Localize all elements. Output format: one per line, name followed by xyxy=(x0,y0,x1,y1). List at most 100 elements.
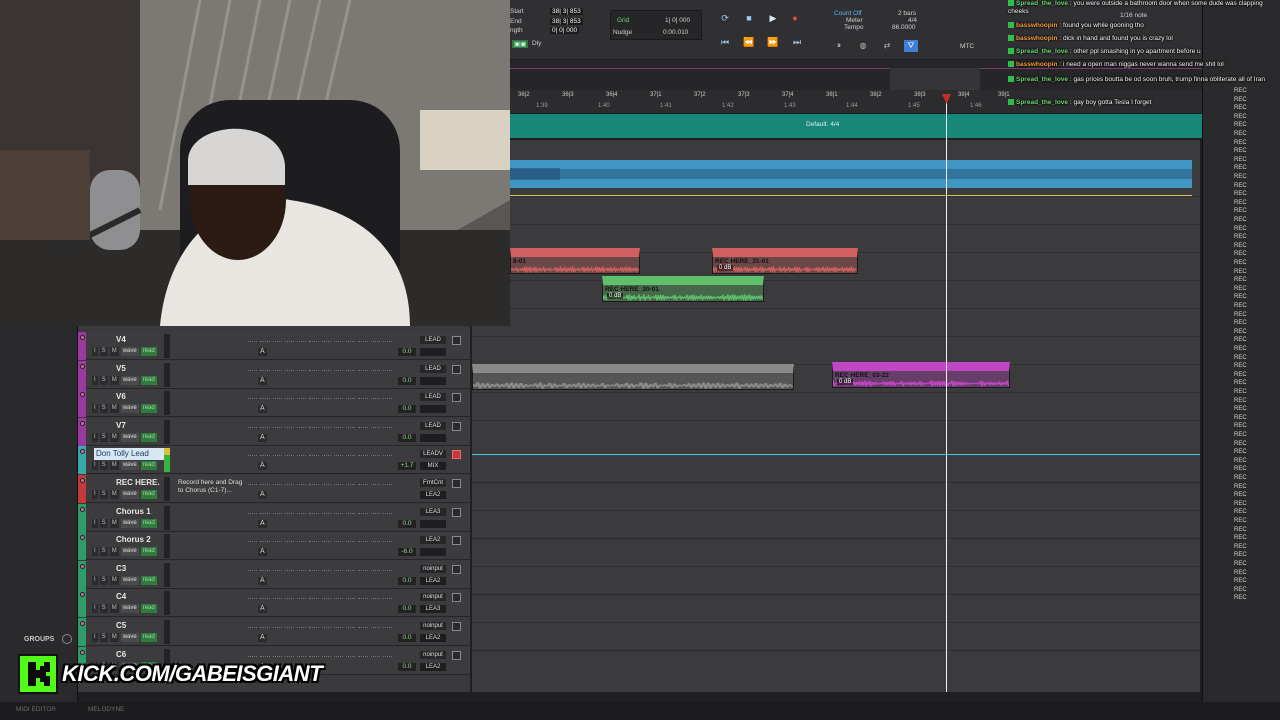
insert-slot[interactable] xyxy=(309,450,319,457)
insert-slot[interactable] xyxy=(382,393,392,400)
insert-slot[interactable] xyxy=(284,336,294,342)
insert-slot[interactable] xyxy=(272,450,282,457)
track-volume[interactable]: 0.0 xyxy=(398,634,416,642)
link-icon[interactable]: ⇄ xyxy=(880,40,894,52)
clip-list-item[interactable]: REC xyxy=(1234,527,1247,533)
pause-icon[interactable]: ⏸ xyxy=(832,40,846,52)
automation-mode-selector[interactable]: read xyxy=(140,375,157,385)
automation-mode-selector[interactable]: read xyxy=(140,461,157,471)
track-row[interactable]: V7 I S Mwave read A 0.0 LEAD xyxy=(78,417,470,446)
rewind-icon[interactable]: ⏪ xyxy=(742,36,756,48)
clip-list-item[interactable]: REC xyxy=(1234,509,1247,515)
track-options-button[interactable] xyxy=(452,593,461,603)
automation-lane-button[interactable]: A xyxy=(258,605,267,614)
clip-list-item[interactable]: REC xyxy=(1234,251,1247,257)
insert-slot[interactable] xyxy=(333,479,343,485)
tempo-value[interactable]: 86.0000 xyxy=(892,24,916,31)
track-output[interactable]: LEA2 xyxy=(420,662,446,671)
chat-username[interactable]: Spread_the_love xyxy=(1016,48,1068,55)
insert-slot[interactable] xyxy=(370,565,380,571)
clip-list-item[interactable]: REC xyxy=(1234,329,1247,335)
track-record-icon[interactable] xyxy=(80,363,85,369)
insert-slot[interactable] xyxy=(248,450,258,457)
clip-list-item[interactable]: REC xyxy=(1234,561,1247,567)
audio-clip[interactable]: REC HERE_30-01 0 dB xyxy=(602,276,764,302)
clip-list-item[interactable]: REC xyxy=(1234,226,1247,232)
insert-slot[interactable] xyxy=(333,622,343,628)
input-monitor-button[interactable]: I xyxy=(92,432,98,442)
insert-slot[interactable] xyxy=(346,622,356,628)
insert-slot[interactable] xyxy=(309,422,319,428)
track-options-button[interactable] xyxy=(452,564,461,574)
clip-list-item[interactable]: REC xyxy=(1234,208,1247,214)
insert-slot[interactable] xyxy=(370,393,380,400)
insert-slot[interactable] xyxy=(382,651,392,657)
insert-slot[interactable] xyxy=(248,593,258,600)
insert-slot[interactable] xyxy=(297,593,307,600)
track-input[interactable]: LEAD xyxy=(420,421,446,430)
track-name[interactable]: REC HERE. xyxy=(94,477,166,489)
track-volume[interactable]: +1.7 xyxy=(398,462,416,471)
insert-slot[interactable] xyxy=(309,565,319,571)
automation-mode-selector[interactable]: read xyxy=(140,575,157,585)
clip-list-item[interactable]: REC xyxy=(1234,449,1247,455)
track-options-button[interactable] xyxy=(452,364,461,374)
track-output[interactable]: LEA3 xyxy=(420,605,446,614)
insert-slot[interactable] xyxy=(358,651,368,657)
track-output[interactable] xyxy=(420,348,446,356)
chat-username[interactable]: Spread_the_love xyxy=(1016,99,1068,106)
track-input[interactable]: LEA2 xyxy=(420,536,446,545)
insert-slot[interactable] xyxy=(248,365,258,371)
insert-slot[interactable] xyxy=(297,365,307,371)
insert-slot[interactable] xyxy=(382,622,392,628)
insert-slot[interactable] xyxy=(297,479,307,485)
insert-slot[interactable] xyxy=(358,422,368,428)
clip-list-item[interactable]: REC xyxy=(1234,552,1247,558)
insert-slot[interactable] xyxy=(272,593,282,600)
input-monitor-button[interactable]: I xyxy=(92,547,98,557)
insert-slot[interactable] xyxy=(260,479,270,485)
clip-list-item[interactable]: REC xyxy=(1234,466,1247,472)
insert-slot[interactable] xyxy=(284,508,294,514)
track-row[interactable]: V5 I S Mwave read A 0.0 LEAD xyxy=(78,360,470,389)
groups-label[interactable]: GROUPS xyxy=(24,636,54,643)
track-volume[interactable]: 0.0 xyxy=(398,605,416,614)
insert-slot[interactable] xyxy=(260,365,270,371)
insert-slot[interactable] xyxy=(321,536,331,543)
insert-slot[interactable] xyxy=(358,450,368,457)
solo-button[interactable]: S xyxy=(99,633,108,642)
insert-slot[interactable] xyxy=(346,336,356,342)
insert-slot[interactable] xyxy=(260,336,270,342)
insert-slot[interactable] xyxy=(346,593,356,600)
track-input[interactable]: noinput xyxy=(420,564,446,573)
clip-list-item[interactable]: REC xyxy=(1234,303,1247,309)
insert-slot[interactable] xyxy=(284,622,294,628)
insert-slot[interactable] xyxy=(248,393,258,400)
clip-list-item[interactable]: REC xyxy=(1234,346,1247,352)
clip-list-item[interactable]: REC xyxy=(1234,157,1247,163)
automation-lane-button[interactable]: A xyxy=(258,405,267,414)
melodyne-tab[interactable]: MELODYNE xyxy=(88,706,124,713)
track-name[interactable]: V5 xyxy=(94,363,166,375)
end-field[interactable]: 38| 3| 853 xyxy=(550,18,583,25)
insert-slot[interactable] xyxy=(248,536,258,543)
track-input[interactable]: LEA3 xyxy=(420,507,446,516)
insert-slot[interactable] xyxy=(297,565,307,571)
insert-slot[interactable] xyxy=(370,622,380,628)
insert-slot[interactable] xyxy=(333,393,343,400)
audio-clip[interactable]: REC HERE_03-22 0 dB xyxy=(832,362,1010,388)
clip-list-item[interactable]: REC xyxy=(1234,191,1247,197)
insert-slot[interactable] xyxy=(321,450,331,457)
insert-slot[interactable] xyxy=(382,422,392,428)
mute-button[interactable]: M xyxy=(109,461,119,471)
input-monitor-button[interactable]: I xyxy=(92,347,98,356)
track-name[interactable]: C3 xyxy=(94,563,166,575)
clip-list-item[interactable]: REC xyxy=(1234,458,1247,464)
clip-list-item[interactable]: REC xyxy=(1234,544,1247,550)
insert-slot[interactable] xyxy=(248,422,258,428)
insert-slot[interactable] xyxy=(297,536,307,543)
insert-slot[interactable] xyxy=(309,365,319,371)
track-options-button[interactable] xyxy=(452,650,461,660)
insert-slot[interactable] xyxy=(358,393,368,400)
chat-username[interactable]: Spread_the_love xyxy=(1016,76,1068,83)
